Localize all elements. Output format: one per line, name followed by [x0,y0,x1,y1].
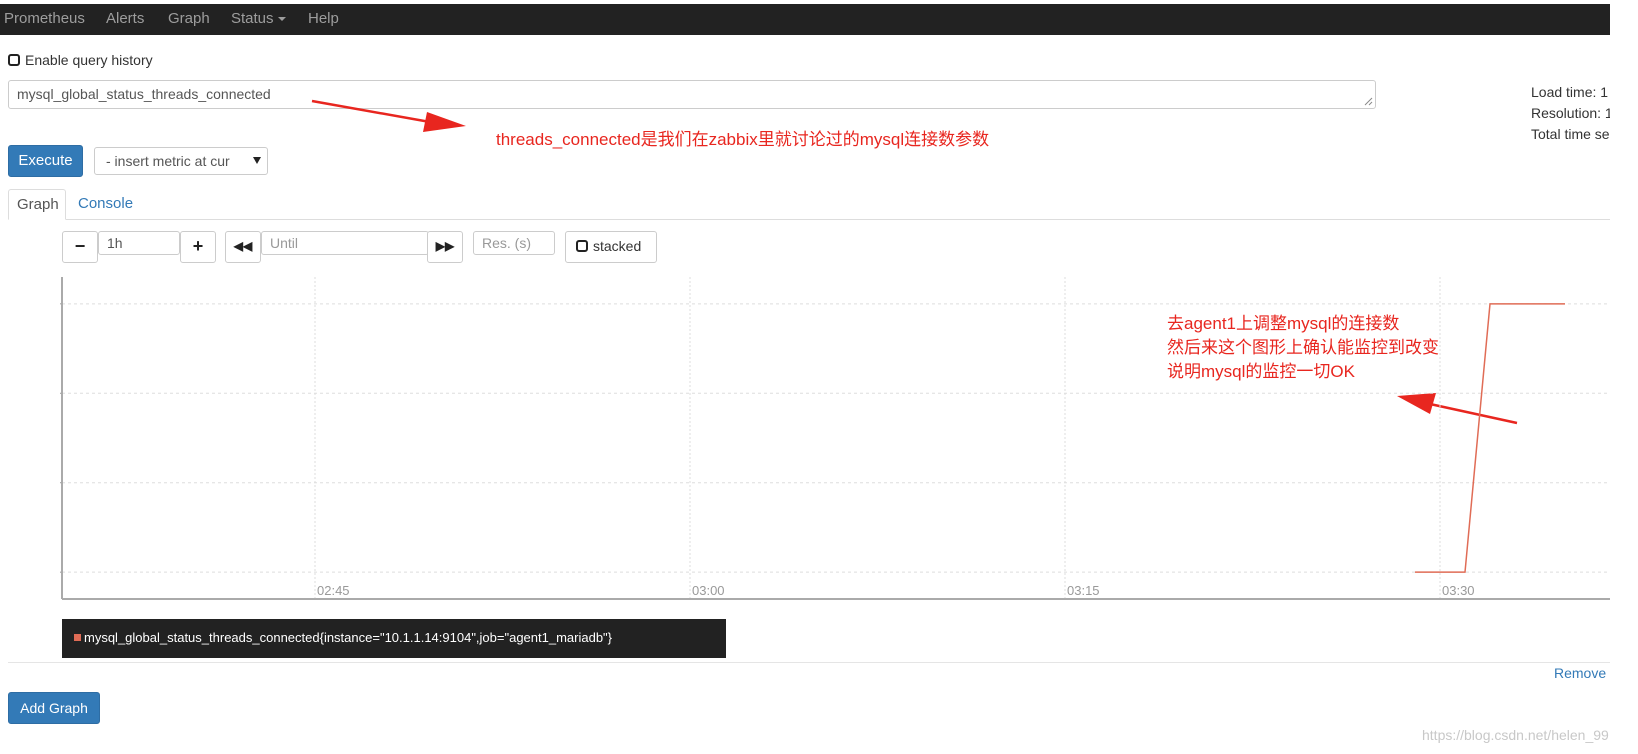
fast-forward-icon[interactable]: ▶▶ [427,231,463,263]
tab-graph[interactable]: Graph [8,189,66,220]
legend-swatch [74,634,81,641]
remove-graph-link[interactable]: Remove [1554,665,1606,681]
stacked-checkbox[interactable] [576,240,588,252]
nav-status[interactable]: Status [231,10,286,27]
range-decrease-button[interactable]: − [62,231,98,263]
graph: 123402:4503:0003:1503:30 [49,277,1610,610]
nav-help[interactable]: Help [308,10,339,27]
until-input[interactable]: Until [261,231,429,255]
graph-divider [8,662,1610,663]
chart-svg: 123402:4503:0003:1503:30 [49,277,1610,600]
range-increase-button[interactable]: + [180,231,216,263]
tabs-divider [8,219,1610,220]
navbar: Prometheus Alerts Graph Status Help [0,4,1610,35]
tab-console[interactable]: Console [70,189,141,220]
query-stats: Load time: 1 Resolution: 1 Total time se [1531,82,1610,145]
load-time: Load time: 1 [1531,84,1609,100]
watermark: https://blog.csdn.net/helen_99 [1422,727,1609,743]
add-graph-button[interactable]: Add Graph [8,692,100,724]
query-history-toggle[interactable]: Enable query history [8,52,153,68]
nav-graph[interactable]: Graph [168,10,210,27]
x-tick-label: 03:15 [1067,583,1100,598]
x-tick-label: 03:30 [1442,583,1475,598]
total-time-series: Total time se [1531,126,1610,142]
annotation-top: threads_connected是我们在zabbix里就讨论过的mysql连接… [496,130,990,149]
caret-down-icon [277,17,286,22]
resize-grip-icon[interactable] [1363,96,1373,106]
stacked-label: stacked [593,238,642,254]
execute-button[interactable]: Execute [8,145,83,177]
brand-link[interactable]: Prometheus [4,10,85,27]
x-tick-label: 02:45 [317,583,350,598]
query-history-label: Enable query history [25,52,153,68]
insert-metric-select[interactable]: - insert metric at cur [94,147,268,175]
insert-metric-value: - insert metric at cur [106,153,230,169]
resolution: Resolution: 1 [1531,105,1610,121]
prometheus-page: Prometheus Alerts Graph Status Help Enab… [0,0,1638,754]
query-history-checkbox[interactable] [8,54,20,66]
resolution-input[interactable]: Res. (s) [473,231,555,255]
expression-input[interactable]: mysql_global_status_threads_connected [8,80,1376,109]
dropdown-arrow-icon [253,157,261,164]
stacked-toggle[interactable]: stacked [565,231,657,263]
nav-status-label: Status [231,10,274,27]
nav-alerts[interactable]: Alerts [106,10,144,27]
until-placeholder: Until [270,235,299,251]
rewind-icon[interactable]: ◀◀ [225,231,261,263]
legend: mysql_global_status_threads_connected{in… [62,619,726,658]
arrowhead-top [423,112,466,132]
expression-value: mysql_global_status_threads_connected [17,86,271,102]
range-input[interactable]: 1h [98,231,180,255]
series-line [1415,303,1565,573]
res-placeholder: Res. (s) [482,235,531,251]
x-tick-label: 03:00 [692,583,725,598]
legend-label[interactable]: mysql_global_status_threads_connected{in… [84,630,612,645]
